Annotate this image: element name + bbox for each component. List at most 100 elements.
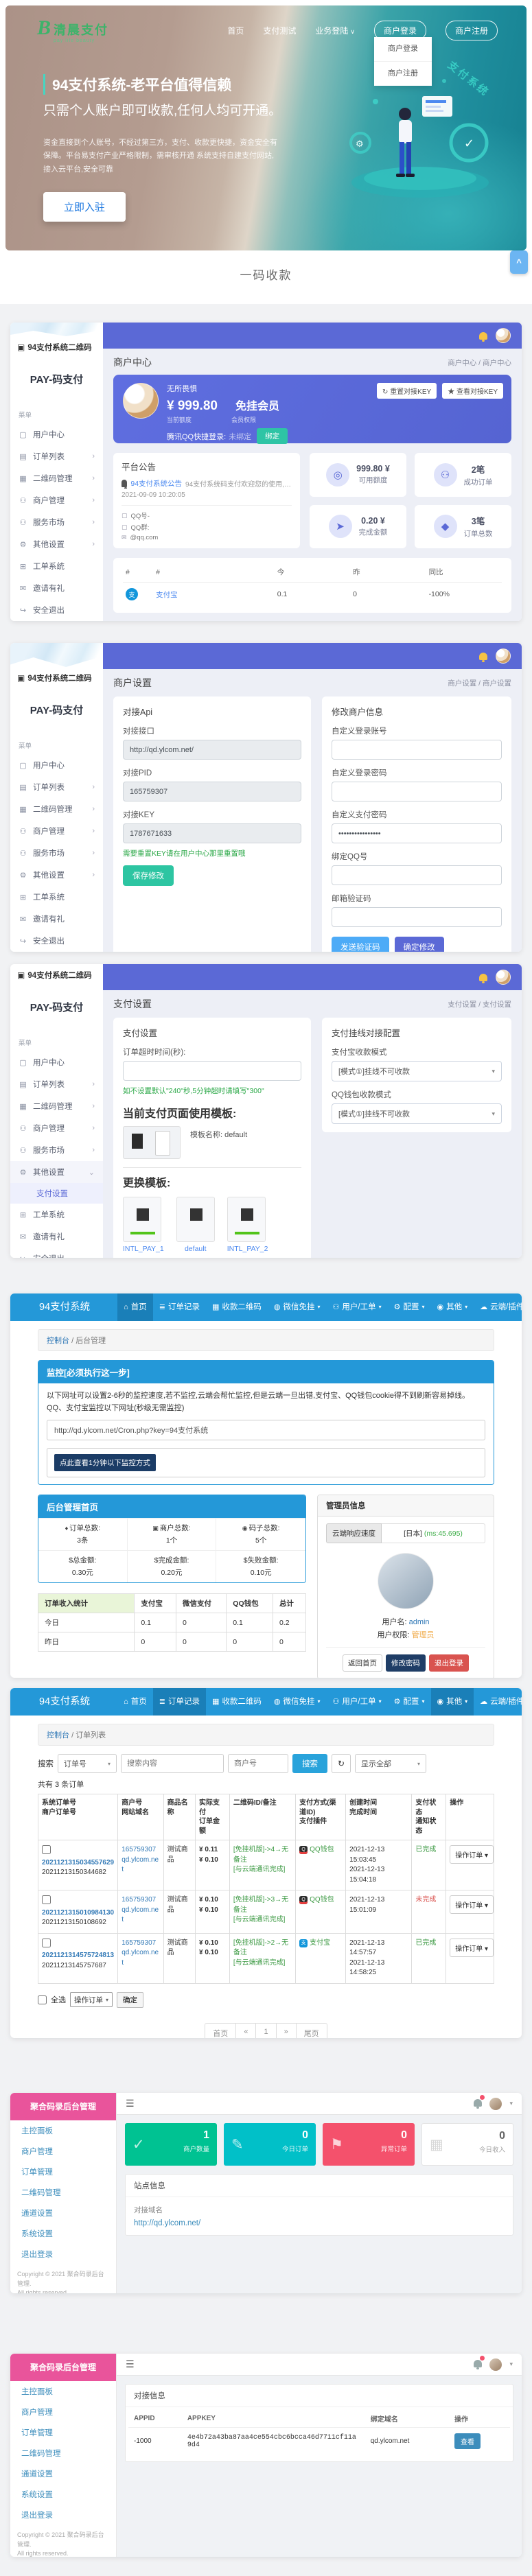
juhe-menu-qrcodes[interactable]: 二维码管理 — [10, 2182, 116, 2203]
pay-password-field[interactable] — [332, 823, 502, 843]
merchant-link[interactable]: 165759307 — [122, 1939, 156, 1947]
order-action-button[interactable]: 操作订单 ▾ — [450, 1845, 494, 1864]
join-now-button[interactable]: 立即入驻 — [43, 192, 126, 222]
order-link[interactable]: 2021121315034557629 — [42, 1859, 114, 1866]
admin-nav-config[interactable]: ⚙配置▾ — [388, 1688, 431, 1716]
row-checkbox[interactable] — [42, 1895, 51, 1904]
back-home-button[interactable]: 返回首页 — [343, 1654, 382, 1672]
avatar[interactable] — [489, 2358, 502, 2371]
juhe-menu-logout[interactable]: 退出登录 — [10, 2505, 116, 2525]
juhe-menu-settings[interactable]: 系统设置 — [10, 2223, 116, 2244]
admin-nav-cloud[interactable]: ☁云端/插件/更新▾ — [474, 1293, 522, 1321]
order-action-button[interactable]: 操作订单 ▾ — [450, 1939, 494, 1957]
template-option[interactable]: default — [176, 1197, 215, 1253]
filter-select[interactable]: 显示全部▾ — [355, 1754, 426, 1773]
view-key-button[interactable]: ★ 查看对接KEY — [442, 383, 503, 399]
domain-link[interactable]: qd.ylcom.net — [122, 1948, 159, 1968]
sidebar-item-order-list[interactable]: ▤订单列表› — [10, 445, 103, 467]
sidebar-item-service-market[interactable]: ⚇服务市场› — [10, 842, 103, 864]
juhe-menu-channels[interactable]: 通道设置 — [10, 2203, 116, 2223]
sidebar-item-qrcode-manage[interactable]: ▦二维码管理› — [10, 798, 103, 820]
sidebar-item-service-market[interactable]: ⚇服务市场› — [10, 1139, 103, 1161]
order-action-button[interactable]: 操作订单 ▾ — [450, 1895, 494, 1914]
api-key-field[interactable] — [123, 823, 301, 843]
alipay-mode-select[interactable]: [模式①]挂线不可收款▾ — [332, 1061, 502, 1081]
sidebar-item-ticket-system[interactable]: ⊞工单系统 — [10, 886, 103, 908]
admin-nav-other[interactable]: ◉其他▾ — [431, 1293, 474, 1321]
sidebar-item-invite[interactable]: ✉邀请有礼 — [10, 1226, 103, 1248]
bell-icon[interactable] — [474, 2098, 482, 2110]
admin-nav-home[interactable]: ⌂首页 — [117, 1688, 153, 1716]
sidebar-logo[interactable]: ▣94支付系统二维码 — [10, 667, 103, 683]
timeout-field[interactable] — [123, 1061, 301, 1081]
sidebar-item-logout[interactable]: ↪安全退出 — [10, 599, 103, 621]
juhe-menu-settings[interactable]: 系统设置 — [10, 2484, 116, 2505]
bulk-confirm-button[interactable]: 确定 — [117, 1992, 143, 2008]
domain-link[interactable]: qd.ylcom.net — [122, 1906, 159, 1925]
juhe-menu-orders[interactable]: 订单管理 — [10, 2162, 116, 2182]
breadcrumb-home[interactable]: 控制台 — [47, 1731, 69, 1740]
bell-icon[interactable] — [479, 974, 487, 981]
admin-nav-cloud[interactable]: ☁云端/插件/更新▾ — [474, 1688, 522, 1716]
sidebar-item-merchant-manage[interactable]: ⚇商户管理› — [10, 1117, 103, 1139]
back-to-top-button[interactable]: ^ — [510, 250, 528, 274]
page-first[interactable]: 首页 — [205, 2023, 236, 2039]
monitor-guide-button[interactable]: 点此查看1分钟以下监控方式 — [54, 1454, 156, 1471]
channel-name[interactable]: 支付宝 — [156, 591, 178, 599]
sidebar-item-ticket-system[interactable]: ⊞工单系统 — [10, 555, 103, 577]
admin-nav-home[interactable]: ⌂首页 — [117, 1293, 153, 1321]
admin-nav-wechat[interactable]: ◍微信免挂▾ — [268, 1293, 327, 1321]
merchant-register-button[interactable]: 商户注册 — [446, 21, 498, 40]
sidebar-item-qrcode-manage[interactable]: ▦二维码管理› — [10, 1095, 103, 1117]
stat-card-orders[interactable]: ✎ 0今日订单 — [224, 2123, 316, 2166]
dropdown-merchant-register[interactable]: 商户注册 — [374, 61, 432, 86]
juhe-menu-dashboard[interactable]: 主控面板 — [10, 2381, 116, 2402]
sidebar-item-user-center[interactable]: ▢用户中心 — [10, 754, 103, 776]
admin-nav-qrcode[interactable]: ▦收款二维码 — [206, 1688, 268, 1716]
sidebar-item-other-settings-open[interactable]: ⚙其他设置⌄ — [10, 1161, 103, 1183]
juhe-brand[interactable]: 聚合码录后台管理 — [10, 2093, 116, 2120]
juhe-menu-orders[interactable]: 订单管理 — [10, 2422, 116, 2443]
juhe-brand[interactable]: 聚合码录后台管理 — [10, 2354, 116, 2381]
qq-wallet-mode-select[interactable]: [模式①]挂线不可收款▾ — [332, 1103, 502, 1124]
monitor-url-field[interactable] — [47, 1420, 485, 1440]
sidebar-logo[interactable]: ▣94支付系统二维码 — [10, 336, 103, 353]
admin-nav-wechat[interactable]: ◍微信免挂▾ — [268, 1688, 327, 1716]
view-button[interactable]: 查看 — [454, 2433, 481, 2449]
site-logo[interactable]: B 清晨支付 pay life beauty — [37, 18, 108, 43]
domain-link[interactable]: http://qd.ylcom.net/ — [134, 2219, 505, 2227]
merchant-link[interactable]: 165759307 — [122, 1846, 156, 1853]
sidebar-item-qrcode-manage[interactable]: ▦二维码管理› — [10, 467, 103, 489]
dropdown-merchant-login[interactable]: 商户登录 — [374, 37, 432, 61]
page-1[interactable]: 1 — [255, 2023, 276, 2039]
sidebar-item-ticket-system[interactable]: ⊞工单系统 — [10, 1204, 103, 1226]
row-checkbox[interactable] — [42, 1939, 51, 1947]
order-link[interactable]: 2021121314575724813 — [42, 1952, 114, 1959]
nav-pay-test[interactable]: 支付测试 — [263, 25, 296, 36]
reset-key-button[interactable]: ↻ 重置对接KEY — [377, 383, 437, 399]
search-type-select[interactable]: 订单号▾ — [58, 1754, 117, 1773]
logout-button[interactable]: 退出登录 — [429, 1654, 469, 1672]
bell-icon[interactable] — [479, 653, 487, 660]
custom-password-field[interactable] — [332, 782, 502, 801]
api-pid-field[interactable] — [123, 782, 301, 801]
sidebar-subitem-payment-settings[interactable]: 支付设置 — [10, 1183, 103, 1204]
juhe-menu-merchants[interactable]: 商户管理 — [10, 2141, 116, 2162]
sidebar-item-merchant-manage[interactable]: ⚇商户管理› — [10, 489, 103, 511]
template-option[interactable]: INTL_PAY_1 — [123, 1197, 164, 1253]
breadcrumb-home[interactable]: 控制台 — [47, 1337, 69, 1345]
email-code-field[interactable] — [332, 907, 502, 927]
search-content-input[interactable] — [121, 1754, 224, 1773]
avatar[interactable] — [496, 970, 511, 985]
row-checkbox[interactable] — [42, 1845, 51, 1854]
page-last[interactable]: 尾页 — [296, 2023, 327, 2039]
sidebar-item-logout[interactable]: ↪安全退出 — [10, 930, 103, 952]
admin-nav-qrcode[interactable]: ▦收款二维码 — [206, 1293, 268, 1321]
change-password-button[interactable]: 修改密码 — [386, 1654, 426, 1672]
template-option[interactable]: INTL_PAY_2 — [227, 1197, 268, 1253]
avatar[interactable] — [489, 2098, 502, 2110]
sidebar-item-logout[interactable]: ↪安全退出 — [10, 1248, 103, 1258]
avatar[interactable] — [496, 648, 511, 664]
send-code-button[interactable]: 发送验证码 — [332, 937, 389, 952]
announcement-link[interactable]: 94支付系统公告 — [130, 478, 182, 489]
